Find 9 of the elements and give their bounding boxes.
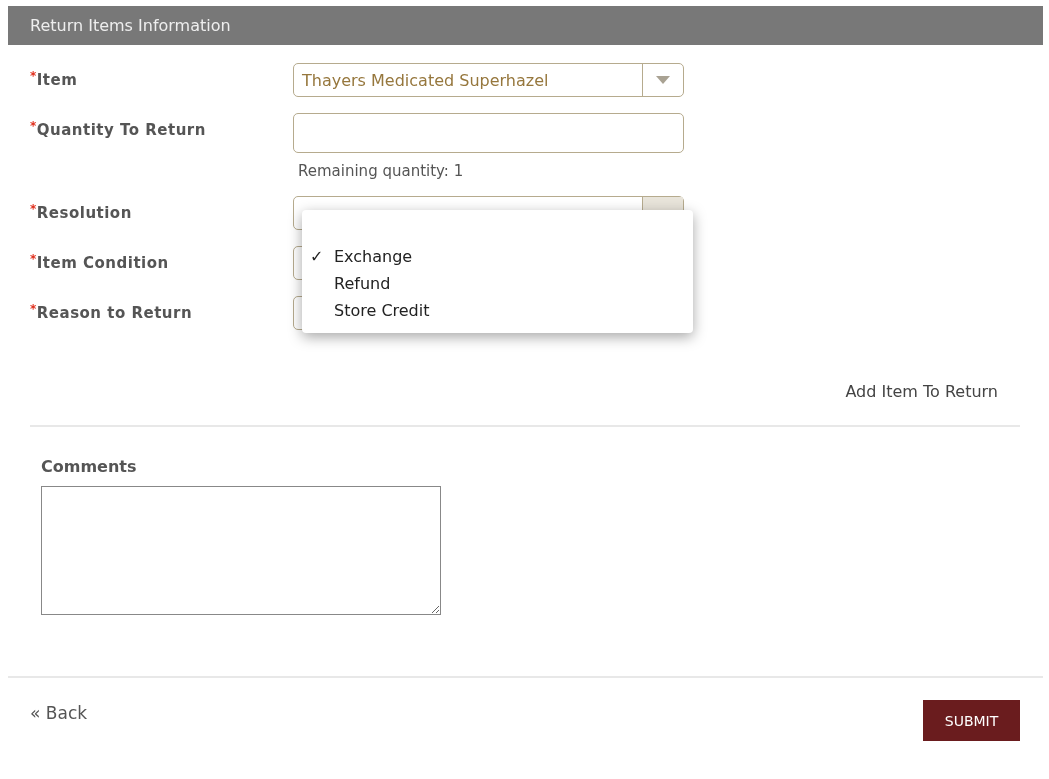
field-label: Comments (41, 457, 138, 476)
field-label: *Quantity To Return (30, 118, 207, 141)
field-label: *Reason to Return (30, 301, 194, 324)
section-header: Return Items Information (8, 6, 1043, 45)
helper-text: Remaining quantity: 1 (297, 161, 465, 180)
field-label: *Resolution (30, 201, 133, 224)
field-label: *Item Condition (30, 251, 170, 274)
field-label: *Item (30, 68, 79, 91)
check-icon: ✓ (310, 247, 324, 266)
